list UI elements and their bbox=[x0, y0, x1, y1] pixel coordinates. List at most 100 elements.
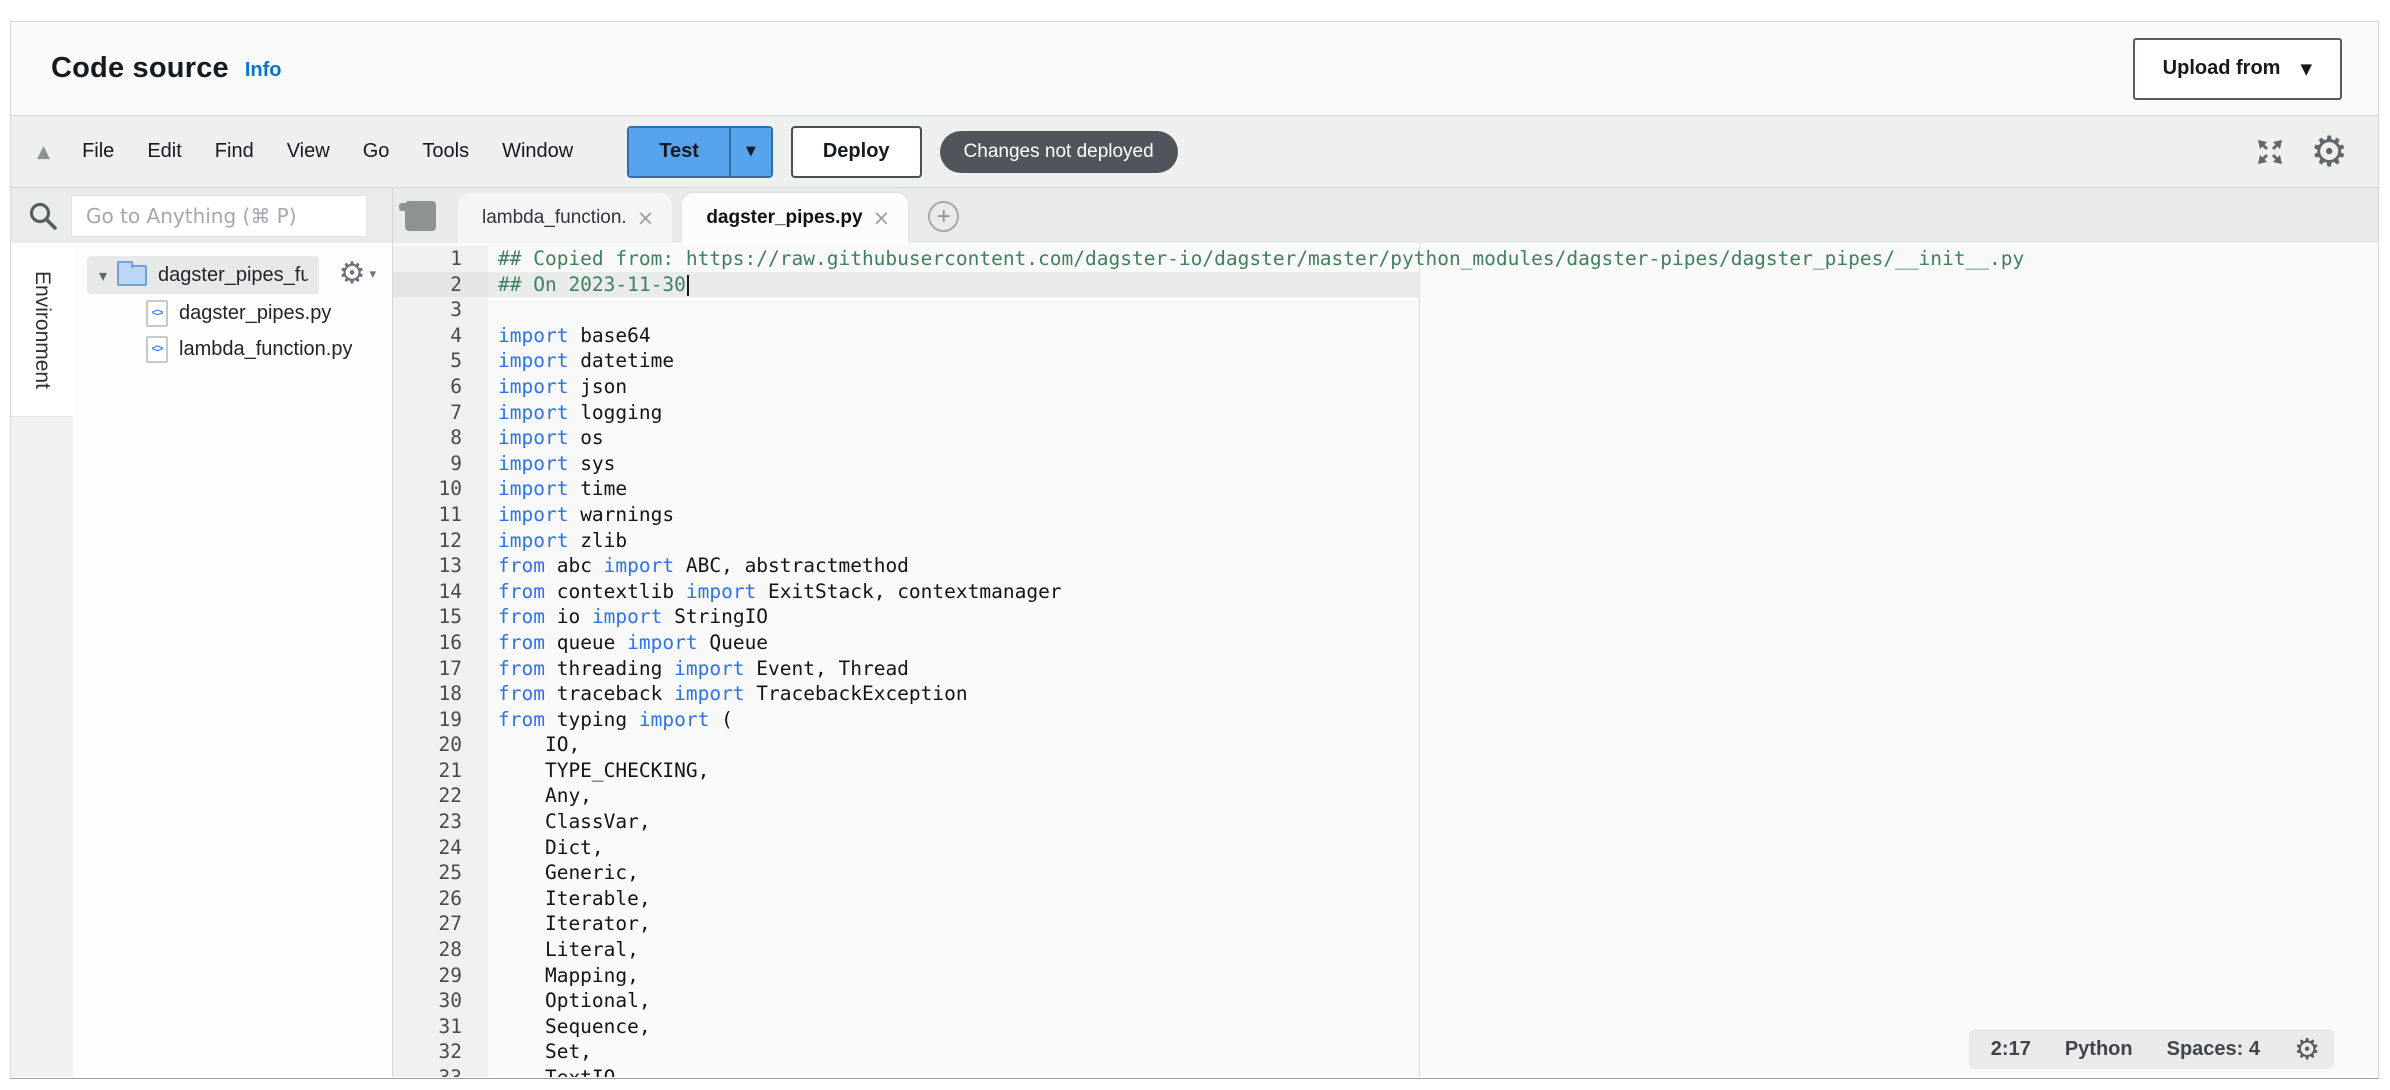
line-number[interactable]: 19 bbox=[393, 707, 488, 733]
menu-tools[interactable]: Tools bbox=[422, 140, 469, 163]
tree-folder-row[interactable]: ▾ dagster_pipes_funct bbox=[87, 256, 319, 294]
cursor-position[interactable]: 2:17 bbox=[1991, 1038, 2031, 1061]
tree-file-lambda-function[interactable]: <> lambda_function.py bbox=[73, 332, 392, 366]
code-line[interactable]: 14from contextlib import ExitStack, cont… bbox=[393, 579, 2378, 605]
line-number[interactable]: 4 bbox=[393, 323, 488, 349]
line-number[interactable]: 12 bbox=[393, 528, 488, 554]
test-button[interactable]: Test bbox=[629, 128, 729, 176]
code-line[interactable]: 9import sys bbox=[393, 451, 2378, 477]
collapse-panel-icon[interactable]: ▲ bbox=[37, 142, 50, 162]
upload-from-button[interactable]: Upload from ▼ bbox=[2133, 38, 2342, 100]
tree-file-dagster-pipes[interactable]: <> dagster_pipes.py bbox=[73, 296, 392, 330]
tab-lambda-function[interactable]: lambda_function. × bbox=[458, 193, 672, 243]
editor-settings-gear-icon[interactable]: ⚙ bbox=[2294, 1035, 2320, 1064]
code-line[interactable]: 22 Any, bbox=[393, 783, 2378, 809]
line-number[interactable]: 16 bbox=[393, 630, 488, 656]
code-line[interactable]: 24 Dict, bbox=[393, 835, 2378, 861]
code-editor[interactable]: 1## Copied from: https://raw.githubuserc… bbox=[393, 243, 2378, 1077]
line-number[interactable]: 3 bbox=[393, 297, 488, 323]
line-number[interactable]: 7 bbox=[393, 400, 488, 426]
upload-from-label: Upload from bbox=[2163, 57, 2281, 80]
environment-tab[interactable]: Environment bbox=[11, 243, 73, 417]
line-number[interactable]: 20 bbox=[393, 732, 488, 758]
line-number[interactable]: 2 bbox=[393, 272, 488, 298]
code-line[interactable]: 29 Mapping, bbox=[393, 963, 2378, 989]
test-dropdown-button[interactable]: ▼ bbox=[729, 128, 771, 176]
line-number[interactable]: 29 bbox=[393, 963, 488, 989]
tab-list-icon[interactable] bbox=[405, 201, 436, 231]
close-icon[interactable]: × bbox=[873, 206, 891, 230]
code-line[interactable]: 23 ClassVar, bbox=[393, 809, 2378, 835]
code-line[interactable]: 10import time bbox=[393, 476, 2378, 502]
line-number[interactable]: 32 bbox=[393, 1039, 488, 1065]
fullscreen-icon[interactable] bbox=[2254, 136, 2286, 168]
code-line[interactable]: 18from traceback import TracebackExcepti… bbox=[393, 681, 2378, 707]
code-line[interactable]: 21 TYPE_CHECKING, bbox=[393, 758, 2378, 784]
code-line[interactable]: 28 Literal, bbox=[393, 937, 2378, 963]
line-number[interactable]: 15 bbox=[393, 604, 488, 630]
code-line[interactable]: 6import json bbox=[393, 374, 2378, 400]
line-number[interactable]: 33 bbox=[393, 1065, 488, 1077]
line-number[interactable]: 14 bbox=[393, 579, 488, 605]
line-number[interactable]: 18 bbox=[393, 681, 488, 707]
code-line[interactable]: 4import base64 bbox=[393, 323, 2378, 349]
code-line[interactable]: 11import warnings bbox=[393, 502, 2378, 528]
indentation-setting[interactable]: Spaces: 4 bbox=[2167, 1038, 2260, 1061]
code-line[interactable]: 15from io import StringIO bbox=[393, 604, 2378, 630]
close-icon[interactable]: × bbox=[637, 206, 655, 230]
line-number[interactable]: 13 bbox=[393, 553, 488, 579]
code-line[interactable]: 20 IO, bbox=[393, 732, 2378, 758]
code-line[interactable]: 25 Generic, bbox=[393, 860, 2378, 886]
line-number[interactable]: 28 bbox=[393, 937, 488, 963]
code-line[interactable]: 19from typing import ( bbox=[393, 707, 2378, 733]
code-line[interactable]: 5import datetime bbox=[393, 348, 2378, 374]
line-number[interactable]: 25 bbox=[393, 860, 488, 886]
sidebar-body: Environment ▾ dagster_pipes_funct ⚙ ▾ bbox=[11, 243, 392, 1077]
menu-items: File Edit Find View Go Tools Window bbox=[82, 140, 573, 163]
menu-find[interactable]: Find bbox=[215, 140, 254, 163]
deploy-button[interactable]: Deploy bbox=[791, 126, 922, 178]
new-tab-button[interactable]: + bbox=[928, 201, 959, 232]
line-number[interactable]: 5 bbox=[393, 348, 488, 374]
line-number[interactable]: 6 bbox=[393, 374, 488, 400]
chevron-down-icon[interactable]: ▾ bbox=[99, 266, 107, 285]
code-line[interactable]: 3 bbox=[393, 297, 2378, 323]
code-line[interactable]: 30 Optional, bbox=[393, 988, 2378, 1014]
code-line[interactable]: 17from threading import Event, Thread bbox=[393, 656, 2378, 682]
line-number[interactable]: 24 bbox=[393, 835, 488, 861]
line-number[interactable]: 21 bbox=[393, 758, 488, 784]
line-number[interactable]: 9 bbox=[393, 451, 488, 477]
code-line[interactable]: 7import logging bbox=[393, 400, 2378, 426]
line-number[interactable]: 11 bbox=[393, 502, 488, 528]
menu-view[interactable]: View bbox=[287, 140, 330, 163]
settings-gear-icon[interactable]: ⚙ bbox=[2310, 131, 2348, 173]
line-number[interactable]: 27 bbox=[393, 911, 488, 937]
code-line[interactable]: 27 Iterator, bbox=[393, 911, 2378, 937]
tree-settings-button[interactable]: ⚙ ▾ bbox=[339, 259, 376, 289]
code-line[interactable]: 16from queue import Queue bbox=[393, 630, 2378, 656]
line-number[interactable]: 10 bbox=[393, 476, 488, 502]
code-line[interactable]: 8import os bbox=[393, 425, 2378, 451]
menu-edit[interactable]: Edit bbox=[147, 140, 181, 163]
info-link[interactable]: Info bbox=[245, 59, 282, 82]
line-number[interactable]: 31 bbox=[393, 1014, 488, 1040]
code-text: import datetime bbox=[488, 348, 2378, 374]
line-number[interactable]: 22 bbox=[393, 783, 488, 809]
line-number[interactable]: 23 bbox=[393, 809, 488, 835]
line-number[interactable]: 30 bbox=[393, 988, 488, 1014]
code-line[interactable]: 1## Copied from: https://raw.githubuserc… bbox=[393, 246, 2378, 272]
menu-window[interactable]: Window bbox=[502, 140, 573, 163]
menu-file[interactable]: File bbox=[82, 140, 114, 163]
line-number[interactable]: 26 bbox=[393, 886, 488, 912]
line-number[interactable]: 1 bbox=[393, 246, 488, 272]
code-line[interactable]: 12import zlib bbox=[393, 528, 2378, 554]
menu-go[interactable]: Go bbox=[363, 140, 390, 163]
line-number[interactable]: 17 bbox=[393, 656, 488, 682]
line-number[interactable]: 8 bbox=[393, 425, 488, 451]
tab-dagster-pipes[interactable]: dagster_pipes.py × bbox=[682, 193, 908, 243]
code-line[interactable]: 2## On 2023-11-30 bbox=[393, 272, 2378, 298]
language-mode[interactable]: Python bbox=[2065, 1038, 2133, 1061]
code-line[interactable]: 26 Iterable, bbox=[393, 886, 2378, 912]
code-line[interactable]: 13from abc import ABC, abstractmethod bbox=[393, 553, 2378, 579]
go-to-anything-input[interactable] bbox=[71, 195, 367, 237]
